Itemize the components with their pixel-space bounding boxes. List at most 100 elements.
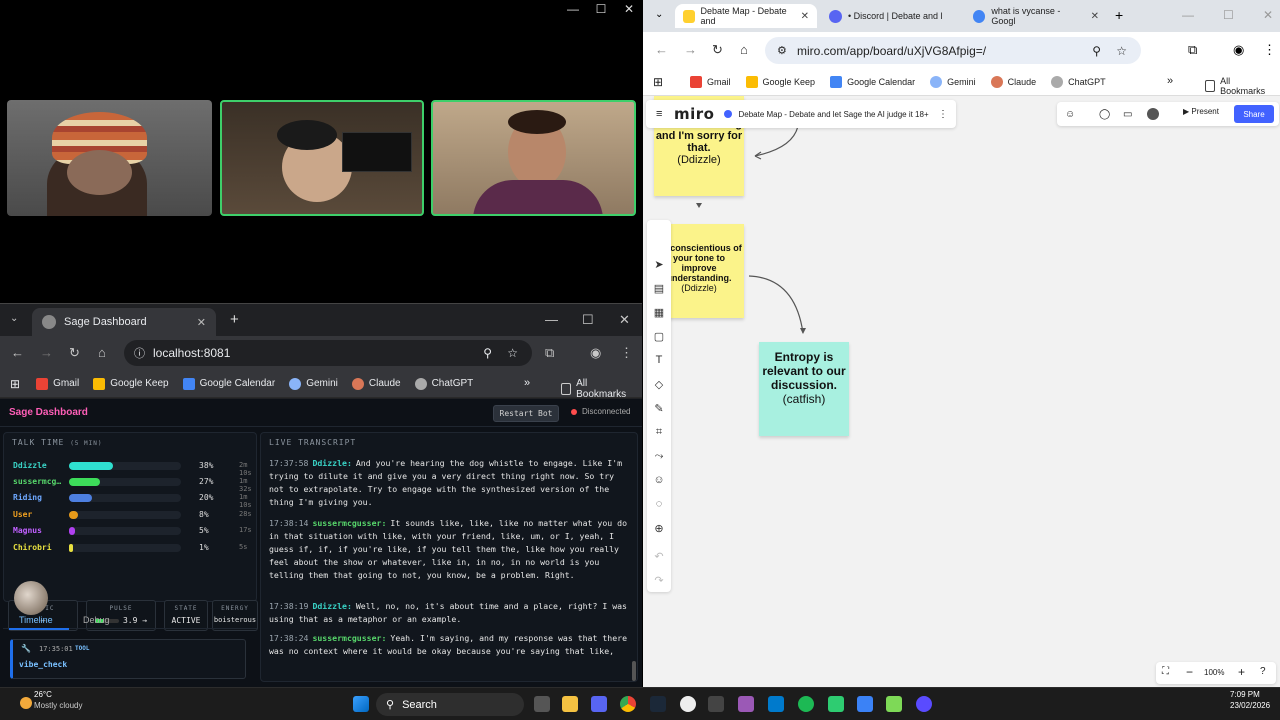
sticky-note[interactable]: Entropy is relevant to our discussion. (c… [759,342,849,436]
frame-icon[interactable]: ⌗ [652,426,666,440]
weather-text[interactable]: Mostly cloudy [34,701,82,710]
zoom-in-button[interactable]: + [1238,665,1245,679]
participant-video-tile[interactable] [431,100,636,216]
tab-sage-dashboard[interactable]: Sage Dashboard ✕ [32,308,216,336]
clock-date[interactable]: 23/02/2026 [1230,701,1270,710]
templates-icon[interactable]: ▤ [652,282,666,296]
extensions-icon[interactable]: ⧉ [1188,42,1197,58]
bookmark-chatgpt[interactable]: ChatGPT [414,377,473,390]
discord-icon[interactable] [591,696,607,712]
zoom-level[interactable]: 100% [1204,668,1224,677]
app-icon[interactable] [680,696,696,712]
chrome-icon[interactable] [620,696,636,712]
home-icon[interactable]: ⌂ [98,345,106,360]
tab-list-icon[interactable]: ⌄ [655,9,663,20]
transcript-scrollbar[interactable] [632,661,636,681]
miro-board-canvas[interactable]: I was distracting and I'm sorry for that… [643,96,1280,687]
start-windows-icon[interactable] [353,696,369,712]
close-tab-icon[interactable]: ✕ [197,316,206,329]
select-cursor-icon[interactable]: ➤ [652,258,666,272]
minimize-button[interactable]: — [566,2,580,16]
app-icon[interactable] [828,696,844,712]
back-icon[interactable]: ← [11,345,24,360]
bookmark-gmail[interactable]: Gmail [690,75,731,88]
forward-icon[interactable]: → [40,345,53,360]
profile-icon[interactable]: ◉ [590,345,601,361]
profile-icon[interactable]: ◉ [1233,42,1244,58]
bookmark-chatgpt[interactable]: ChatGPT [1051,75,1106,88]
tab-list-icon[interactable]: ⌄ [10,313,18,324]
more-bookmarks-icon[interactable]: » [524,377,530,389]
reload-icon[interactable]: ↻ [69,345,80,361]
sticky-note-icon[interactable]: ▢ [652,330,666,344]
bookmark-gmail[interactable]: Gmail [36,377,79,390]
redo-icon[interactable]: ↷ [652,574,666,588]
participant-video-tile[interactable] [220,100,424,216]
maximize-button[interactable]: ☐ [1223,8,1234,22]
steam-icon[interactable] [650,696,666,712]
more-bookmarks-icon[interactable]: » [1167,75,1173,87]
shapes-icon[interactable]: ◇ [652,378,666,392]
all-bookmarks-folder[interactable]: All Bookmarks [1205,76,1267,96]
reload-icon[interactable]: ↻ [712,42,723,58]
tab-timeline[interactable]: Timeline [19,615,53,625]
powershell-icon[interactable] [738,696,754,712]
tab-debug[interactable]: Debug [83,615,110,625]
present-button[interactable]: ▶ Present [1183,107,1219,116]
participant-video-tile[interactable] [7,100,212,216]
all-bookmarks-folder[interactable]: All Bookmarks [561,378,628,400]
pen-icon[interactable]: ✎ [652,402,666,416]
bookmark-claude[interactable]: Claude [990,75,1036,88]
tab-google-search[interactable]: what is vycanse - Googl ✕ [965,4,1107,28]
clock-time[interactable]: 7:09 PM [1230,690,1260,699]
bookmark-google-keep[interactable]: Google Keep [93,377,169,390]
board-title[interactable]: Debate Map - Debate and let Sage the AI … [738,110,928,119]
timeline-entry[interactable]: 🔧 17:35:01 TOOL vibe_check [10,639,246,679]
board-menu-icon[interactable]: ⋮ [938,109,948,120]
weather-temp[interactable]: 26°C [34,690,52,699]
more-tools-icon[interactable]: ⊕ [652,522,666,536]
app-icon[interactable] [798,696,814,712]
comment-icon[interactable]: ◌ [652,498,666,512]
menu-icon[interactable]: ⋮ [1263,42,1276,58]
close-button[interactable]: ✕ [1263,8,1273,22]
restart-bot-button[interactable]: Restart Bot [493,405,559,422]
bookmark-google-calendar[interactable]: Google Calendar [830,75,915,88]
vscode-icon[interactable] [768,696,784,712]
zoom-icon[interactable]: ⚲ [483,346,492,360]
close-tab-icon[interactable]: ✕ [801,11,809,22]
help-icon[interactable]: ? [1260,666,1266,677]
video-icon[interactable]: ▭ [1123,109,1132,120]
forward-icon[interactable]: → [684,42,697,57]
comments-icon[interactable]: ◯ [1099,109,1110,120]
close-button[interactable]: ✕ [619,312,630,328]
emoji-icon[interactable]: ☺ [652,474,666,488]
bookmark-google-calendar[interactable]: Google Calendar [182,377,275,390]
home-icon[interactable]: ⌂ [740,42,748,57]
bookmark-claude[interactable]: Claude [351,377,401,390]
maximize-button[interactable]: ☐ [594,2,608,16]
tab-discord[interactable]: • Discord | Debate and l [821,4,963,28]
app-icon[interactable] [916,696,932,712]
notepad-icon[interactable] [857,696,873,712]
new-tab-button[interactable]: + [1115,7,1123,23]
fit-to-screen-icon[interactable]: ⛶ [1162,666,1169,677]
minimize-button[interactable]: — [545,312,558,327]
task-view-icon[interactable] [534,696,550,712]
new-tab-button[interactable]: + [230,311,239,328]
maximize-button[interactable]: ☐ [582,312,594,328]
text-icon[interactable]: T [652,354,666,368]
close-tab-icon[interactable]: ✕ [1091,11,1099,22]
zoom-out-button[interactable]: − [1186,665,1193,679]
avatar[interactable] [1147,108,1159,120]
minimize-button[interactable]: — [1182,8,1194,22]
main-menu-icon[interactable]: ≡ [656,108,662,120]
bookmark-google-keep[interactable]: Google Keep [745,75,815,88]
extensions-icon[interactable]: ⧉ [545,345,554,361]
app-icon[interactable] [886,696,902,712]
share-button[interactable]: Share [1234,105,1274,123]
address-bar[interactable]: ⚙ miro.com/app/board/uXjVG8Afpig=/ ⚲ ☆ [765,37,1141,64]
bookmark-star-icon[interactable]: ☆ [507,346,518,360]
close-button[interactable]: ✕ [622,2,636,16]
apps-icon[interactable]: ⊞ [653,75,663,89]
